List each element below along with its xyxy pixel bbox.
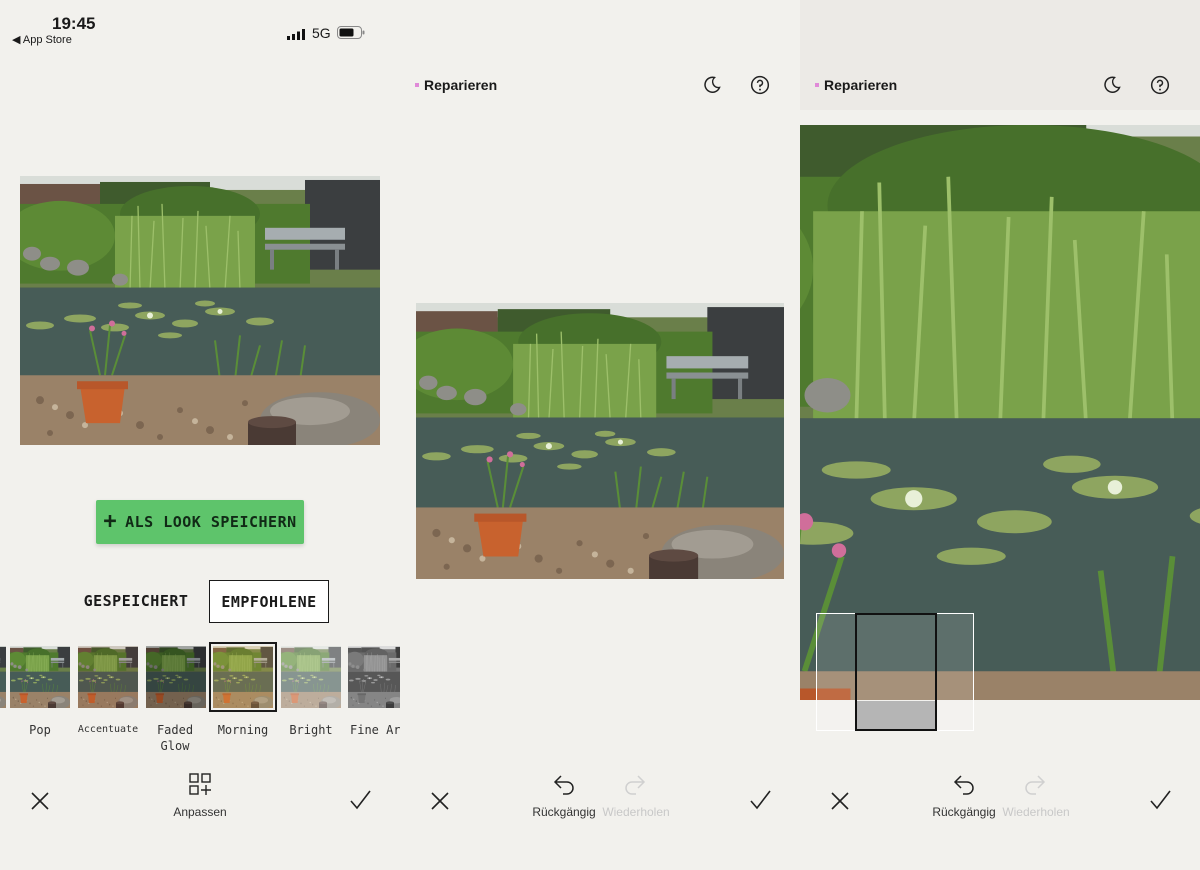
title-marker	[815, 83, 819, 87]
checkmark-icon[interactable]	[748, 788, 772, 812]
tab-saved[interactable]: GESPEICHERT	[76, 580, 196, 622]
repair-zoomed-panel: Reparieren Rückgängig Wiederholen	[800, 0, 1200, 870]
filter-thumb-pop[interactable]	[10, 646, 70, 708]
filter-thumb-bright[interactable]	[281, 646, 341, 708]
filter-label-pop: Pop	[29, 723, 51, 737]
redo-icon	[625, 775, 646, 795]
adjust-label[interactable]: Anpassen	[160, 805, 240, 819]
cellular-signal-icon	[287, 29, 305, 40]
filter-thumb-morning[interactable]	[209, 642, 277, 712]
tab-recommended[interactable]: EMPFOHLENE	[209, 580, 329, 623]
back-to-app-store-link[interactable]: ◀ App Store	[12, 33, 72, 46]
undo-label[interactable]: Rückgängig	[524, 805, 604, 819]
page-title: Reparieren	[415, 77, 497, 93]
close-icon[interactable]	[828, 789, 852, 813]
undo-icon[interactable]	[552, 772, 576, 796]
photo-canvas[interactable]	[416, 303, 784, 579]
photo-preview	[20, 176, 380, 445]
redo-icon	[1025, 775, 1046, 795]
redo-label: Wiederholen	[602, 805, 670, 819]
filter-thumb-fine-art[interactable]	[348, 646, 400, 708]
title-label: Reparieren	[824, 77, 898, 93]
undo-label[interactable]: Rückgängig	[924, 805, 1004, 819]
moon-icon[interactable]	[702, 75, 722, 95]
help-icon[interactable]	[1150, 75, 1170, 95]
page-title: Reparieren	[815, 77, 897, 93]
filter-label-fine-art: Fine Ar	[350, 723, 400, 737]
filter-label-accentuate: Accentuate	[77, 724, 139, 735]
title-label: Reparieren	[424, 77, 498, 93]
status-time: 19:45	[52, 14, 96, 33]
plus-icon: +	[103, 509, 118, 534]
filter-label-morning: Morning	[217, 723, 269, 737]
filter-thumb-accentuate[interactable]	[78, 646, 138, 708]
save-as-look-label: ALS LOOK SPEICHERN	[125, 513, 297, 531]
close-icon[interactable]	[428, 789, 452, 813]
moon-icon[interactable]	[1102, 75, 1122, 95]
adjust-grid-icon[interactable]	[188, 772, 212, 796]
filter-panel: 19:45 ◀ App Store 5G + ALS LOOK SPEICHER…	[0, 0, 400, 870]
title-marker	[415, 83, 419, 87]
filter-thumb-partial[interactable]	[0, 646, 6, 708]
network-label: 5G	[312, 25, 331, 41]
redo-label: Wiederholen	[1002, 805, 1070, 819]
repair-brush-area[interactable]	[855, 613, 937, 731]
help-icon[interactable]	[750, 75, 770, 95]
undo-icon[interactable]	[952, 772, 976, 796]
header-bar	[800, 0, 1200, 110]
battery-icon	[337, 26, 365, 39]
repair-panel: Reparieren Rückgängig Wiederholen	[400, 0, 800, 870]
checkmark-icon[interactable]	[348, 788, 372, 812]
filter-label-faded-glow: Faded Glow	[156, 723, 194, 753]
filter-label-bright: Bright	[289, 723, 333, 737]
save-as-look-button[interactable]: + ALS LOOK SPEICHERN	[96, 500, 304, 544]
checkmark-icon[interactable]	[1148, 788, 1172, 812]
filter-thumb-faded-glow[interactable]	[146, 646, 206, 708]
repair-mask-fill	[857, 701, 935, 729]
close-icon[interactable]	[28, 789, 52, 813]
